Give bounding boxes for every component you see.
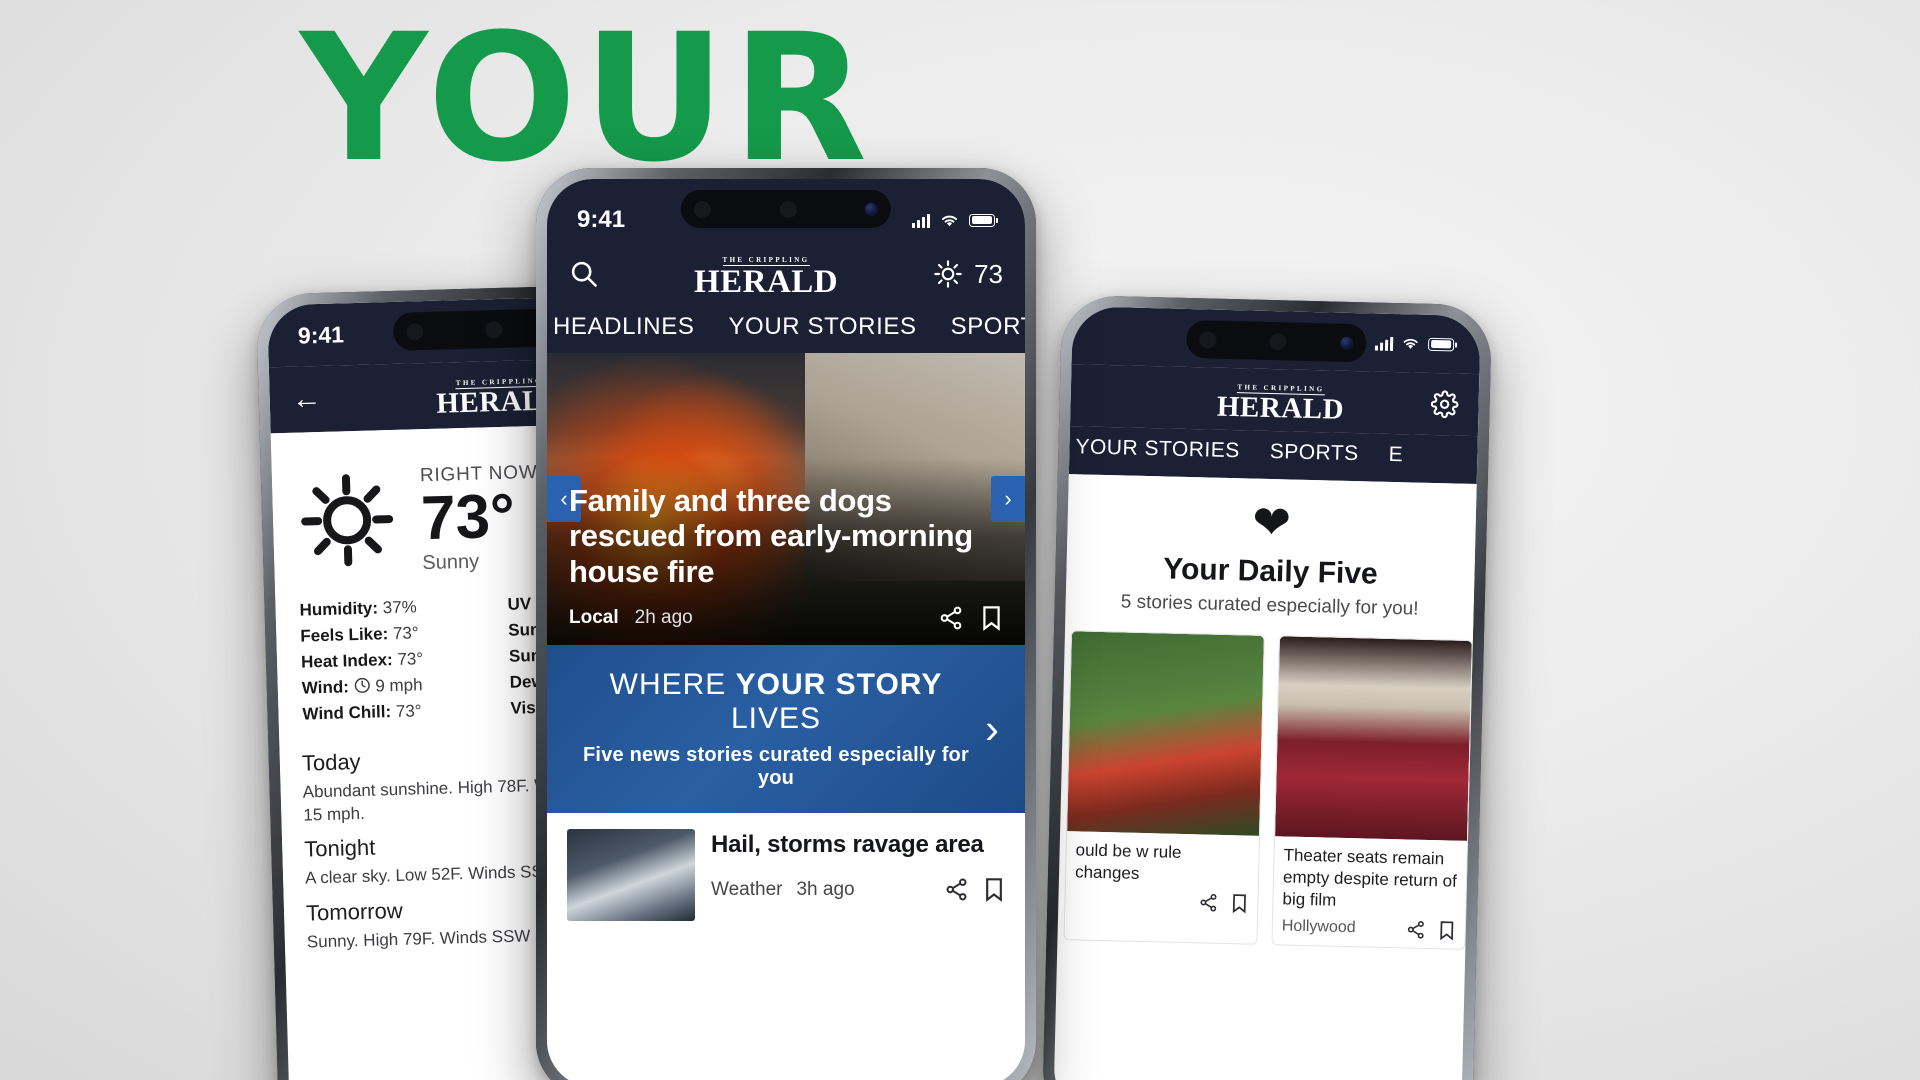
story-thumbnail bbox=[1067, 631, 1264, 836]
masthead[interactable]: THE CRIPPLING HERALD bbox=[693, 249, 839, 301]
hero-story-overlay: Family and three dogs rescued from early… bbox=[547, 483, 1025, 645]
masthead[interactable]: THE CRIPPLING HERALD bbox=[1090, 373, 1431, 427]
daily-five-subtitle: 5 stories curated especially for you! bbox=[1120, 591, 1419, 620]
share-icon[interactable] bbox=[1198, 893, 1218, 913]
phone-center-headlines: 9:41 THE CRIPPLING HERALD 73 HEADLINES Y… bbox=[536, 168, 1036, 1080]
story-caption: ould be w rule changes bbox=[1074, 840, 1182, 884]
hero-story-time: 2h ago bbox=[634, 607, 693, 628]
detail-feels-like: Feels Like: 73° bbox=[300, 623, 419, 646]
sun-icon bbox=[933, 259, 963, 289]
tab-your-stories[interactable]: YOUR STORIES bbox=[1075, 435, 1240, 463]
weather-temperature: 73 bbox=[974, 258, 1003, 289]
camera-lens-icon bbox=[865, 202, 879, 216]
battery-icon bbox=[969, 213, 998, 227]
current-temperature: 73° bbox=[420, 481, 516, 554]
bookmark-icon[interactable] bbox=[983, 877, 1005, 902]
masthead-name: HERALD bbox=[693, 264, 839, 301]
wifi-icon bbox=[1401, 336, 1420, 350]
story-title[interactable]: Hail, storms ravage area bbox=[711, 831, 1005, 859]
masthead-name: HERALD bbox=[1216, 390, 1345, 427]
daily-five-title: Your Daily Five bbox=[1162, 552, 1379, 591]
wifi-icon bbox=[939, 213, 960, 228]
tab-your-stories[interactable]: YOUR STORIES bbox=[728, 313, 916, 341]
story-meta bbox=[1065, 887, 1258, 922]
front-camera-icon bbox=[406, 322, 424, 341]
promo-banner-line2: Five news stories curated especially for… bbox=[583, 744, 969, 789]
section-tab-bar: HEADLINES YOUR STORIES SPORTS E bbox=[547, 305, 1025, 353]
bookmark-icon[interactable] bbox=[1230, 893, 1248, 914]
sensor-icon bbox=[1269, 332, 1287, 350]
front-camera-icon bbox=[693, 200, 711, 218]
story-thumbnail bbox=[1275, 636, 1472, 841]
promo-banner[interactable]: WHERE YOUR STORY LIVES Five news stories… bbox=[547, 645, 1025, 813]
sun-icon bbox=[298, 471, 397, 570]
weather-widget[interactable]: 73 bbox=[933, 259, 1003, 290]
current-condition: Sunny bbox=[422, 550, 480, 575]
story-thumbnail bbox=[567, 829, 695, 921]
story-meta: Weather 3h ago bbox=[711, 877, 1005, 902]
tab-headlines[interactable]: HEADLINES bbox=[553, 313, 694, 341]
daily-five-hero: ❤ Your Daily Five 5 stories curated espe… bbox=[1065, 474, 1477, 631]
battery-icon bbox=[1427, 337, 1455, 351]
tab-sports[interactable]: SPORTS bbox=[1269, 440, 1359, 466]
share-icon[interactable] bbox=[944, 877, 969, 902]
story-card-list: ould be w rule changes Theater seats rem… bbox=[1057, 620, 1473, 951]
story-card[interactable]: Theater seats remain empty despite retur… bbox=[1271, 635, 1473, 951]
phone-right-notch bbox=[1185, 319, 1367, 363]
app-nav-bar: THE CRIPPLING HERALD bbox=[1069, 364, 1480, 437]
hero-story-section[interactable]: Local bbox=[569, 607, 619, 629]
chevron-right-icon[interactable]: › bbox=[985, 708, 999, 750]
promo-banner-line1: WHERE YOUR STORY LIVES bbox=[609, 668, 943, 735]
tab-sports[interactable]: SPORTS bbox=[951, 313, 1025, 341]
story-meta: Hollywood bbox=[1272, 914, 1465, 949]
story-list: Hail, storms ravage area Weather 3h ago bbox=[547, 813, 1025, 921]
cellular-signal-icon bbox=[1374, 335, 1394, 351]
detail-humidity: Humidity: 37% bbox=[299, 597, 418, 620]
story-section[interactable]: Weather bbox=[711, 879, 782, 901]
front-camera-icon bbox=[1199, 330, 1217, 349]
hero-word: YOUR bbox=[300, 0, 874, 201]
tab-entertainment[interactable]: E bbox=[1388, 443, 1403, 467]
phone-center-screen: 9:41 THE CRIPPLING HERALD 73 HEADLINES Y… bbox=[547, 179, 1025, 1080]
bookmark-icon[interactable] bbox=[980, 605, 1003, 631]
phone-right-screen: THE CRIPPLING HERALD YOUR STORIES SPORTS… bbox=[1053, 306, 1481, 1080]
phone-center-notch bbox=[680, 190, 892, 228]
status-time: 9:41 bbox=[297, 320, 345, 349]
detail-heat-index: Heat Index: 73° bbox=[300, 649, 424, 672]
hero-story-carousel[interactable]: ‹ › Family and three dogs rescued from e… bbox=[547, 353, 1025, 645]
cellular-signal-icon bbox=[912, 213, 930, 228]
search-icon[interactable] bbox=[569, 259, 599, 289]
app-nav-bar: THE CRIPPLING HERALD bbox=[547, 243, 1025, 305]
story-time: 3h ago bbox=[796, 878, 855, 900]
story-section: Hollywood bbox=[1281, 917, 1356, 937]
hero-story-headline[interactable]: Family and three dogs rescued from early… bbox=[569, 483, 1003, 589]
camera-lens-icon bbox=[1339, 336, 1354, 350]
status-time: 9:41 bbox=[577, 206, 626, 233]
share-icon[interactable] bbox=[1406, 920, 1426, 940]
detail-wind-chill: Wind Chill: 73° bbox=[302, 701, 422, 724]
share-icon[interactable] bbox=[938, 605, 964, 631]
hero-story-meta: Local 2h ago bbox=[569, 605, 1003, 631]
story-caption: Theater seats remain empty despite retur… bbox=[1282, 845, 1458, 910]
bookmark-icon[interactable] bbox=[1438, 921, 1456, 941]
wind-direction-icon bbox=[353, 677, 370, 694]
sensor-icon bbox=[779, 200, 797, 218]
detail-wind: Wind: 9 mph bbox=[301, 675, 423, 698]
back-arrow-icon[interactable]: ← bbox=[291, 382, 322, 416]
heart-icon: ❤ bbox=[1251, 495, 1292, 549]
sensor-icon bbox=[485, 320, 503, 338]
story-list-item[interactable]: Hail, storms ravage area Weather 3h ago bbox=[567, 829, 1005, 921]
story-card[interactable]: ould be w rule changes bbox=[1063, 630, 1265, 946]
gear-icon[interactable] bbox=[1430, 390, 1459, 419]
phone-right-your-stories: THE CRIPPLING HERALD YOUR STORIES SPORTS… bbox=[1041, 294, 1493, 1080]
